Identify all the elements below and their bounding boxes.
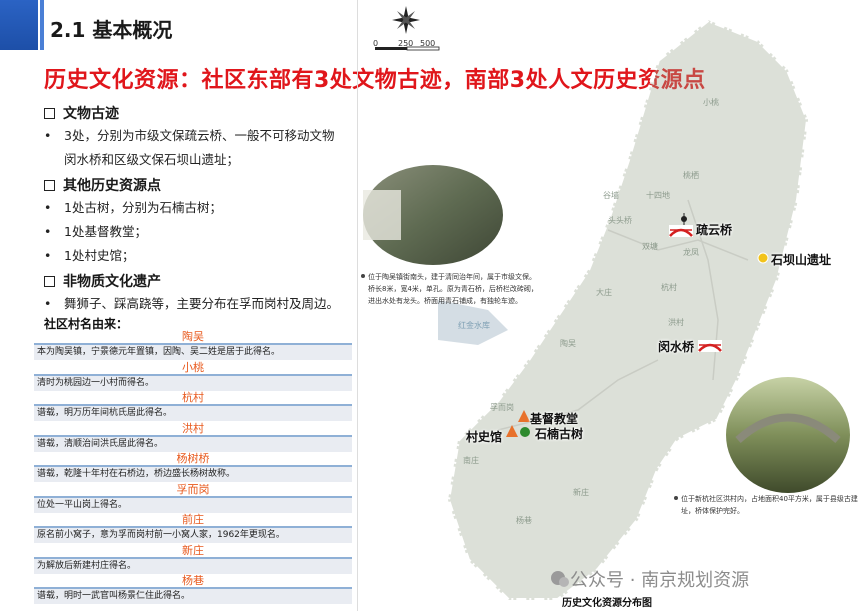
tree-label: 石楠古树 [535, 427, 584, 441]
list-item: 舞狮子、踩高跷等，主要分布在孚而岗村及周边。 [44, 292, 354, 316]
checkbox-square-icon [44, 179, 55, 191]
list-item: 1处古树，分别为石楠古树； [44, 196, 354, 220]
village-origin: 谱载，明万历年间杭氏居此得名。 [34, 406, 352, 421]
watermark: 公众号 · 南京规划资源 [570, 570, 750, 591]
village-name: 洪村 [182, 421, 204, 435]
minshui-bridge-label: 闵水桥 [658, 340, 695, 354]
village-row: 孚而岗 位处一平山岗上得名。 [34, 483, 352, 514]
village-name-table: 陶吴本为陶吴镇，宁景德元年置镇，因陶、吴二姓是居于此得名。 小桃 清时为桃园边一小村… [34, 330, 352, 605]
village-name: 孚而岗 [176, 482, 210, 496]
village-origin: 为解放后新建村庄得名。 [34, 558, 352, 574]
tree-icon [520, 427, 530, 437]
museum-label: 村史馆 [466, 430, 503, 444]
place-label: 陶吴 [560, 339, 576, 348]
place-label: 龙凤 [683, 248, 699, 257]
place-label: 小桃 [703, 98, 719, 107]
village-origin: 谱载，清顺治间洪氏居此得名。 [34, 436, 352, 452]
checkbox-square-icon [44, 107, 55, 119]
scale-label-mid: 250 [398, 39, 414, 48]
village-name: 新庄 [182, 543, 204, 557]
section-heading: 非物质文化遗产 [44, 270, 354, 292]
village-row: 小桃 清时为桃园边一小村而得名。 [34, 361, 352, 392]
village-row: 洪村 谱载，清顺治间洪氏居此得名。 [34, 422, 352, 453]
place-label: 红金水库 [458, 321, 490, 330]
place-label: 十四地 [646, 191, 670, 200]
village-name: 前庄 [182, 513, 204, 526]
village-name: 杭村 [182, 391, 204, 404]
village-row: 杭村谱载，明万历年间杭氏居此得名。 [34, 391, 352, 422]
scale-label-max: 500 [420, 39, 436, 48]
place-label: 大庄 [596, 288, 612, 297]
marker-dot [681, 216, 687, 222]
place-label: 孚而岗 [490, 403, 514, 412]
village-name: 杨巷 [182, 574, 204, 587]
village-name: 陶吴 [182, 330, 204, 343]
place-label: 杨巷 [516, 516, 532, 525]
section-title: 2.1 基本概况 [50, 18, 173, 42]
place-label: 南庄 [463, 456, 479, 465]
village-origin: 清时为桃园边一小村而得名。 [34, 375, 352, 391]
place-label: 新庄 [573, 488, 589, 497]
village-origin: 谱载，乾隆十年村在石桥边，桥边盛长杨树故称。 [34, 467, 352, 482]
figure-caption: 历史文化资源分布图 [562, 598, 652, 609]
section-heading: 其他历史资源点 [44, 174, 354, 196]
shiba-site-label: 石坝山遗址 [771, 253, 832, 267]
place-label: 洪村 [668, 318, 684, 327]
list-item: 1处基督教堂； [44, 220, 354, 244]
village-row: 杨巷谱载，明时一武官叫杨景仁住此得名。 [34, 574, 352, 605]
shuyun-bridge-label: 疏云桥 [696, 223, 733, 237]
photo-sign [363, 190, 401, 240]
village-name: 小桃 [182, 360, 204, 374]
shiba-site-icon [757, 252, 769, 264]
village-origin: 本为陶吴镇，宁景德元年置镇，因陶、吴二姓是居于此得名。 [34, 345, 352, 360]
photo-caption-bottom: 位于新杭社区洪村内，占地面积40平方米，属于县级古建 址，桥体保护完好。 [681, 495, 858, 515]
list-item: 1处村史馆； [44, 244, 354, 268]
place-label: 杭村 [661, 283, 677, 292]
village-origin: 原名前小窝子，意为孚而岗村前一小窝人家，1962年更现名。 [34, 528, 352, 543]
village-origin: 谱载，明时一武官叫杨景仁住此得名。 [34, 589, 352, 604]
minshui-bridge-icon [698, 340, 722, 352]
village-row: 前庄原名前小窝子，意为孚而岗村前一小窝人家，1962年更现名。 [34, 513, 352, 544]
caption-bullet-icon [361, 274, 365, 278]
scale-label-zero: 0 [373, 39, 379, 48]
place-label: 桃栖 [683, 171, 699, 180]
photo-caption-top: 位于陶吴镇街南头，建于清同治年间，属于市级文保。 桥长8米，宽4米，单孔。原为青… [368, 273, 538, 305]
header-stripe [40, 0, 44, 50]
header-accent-bar [0, 0, 38, 50]
section-heading: 文物古迹 [44, 102, 354, 124]
shuyun-bridge-icon [669, 225, 693, 237]
list-item: 3处，分别为市级文保疏云桥、一般不可移动文物 闵水桥和区级文保石坝山遗址； [44, 124, 354, 172]
village-row: 杨树桥谱载，乾隆十年村在石桥边，桥边盛长杨树故称。 [34, 452, 352, 483]
village-row: 陶吴本为陶吴镇，宁景德元年置镇，因陶、吴二姓是居于此得名。 [34, 330, 352, 361]
resource-map: 0 250 500 小桃 十四地 谷墙 头头桥 双塘 桃栖 龙凤 大庄 杭村 洪… [358, 0, 865, 611]
village-origin: 位处一平山岗上得名。 [34, 497, 352, 513]
village-name: 杨树桥 [176, 452, 210, 465]
resource-list: 文物古迹 3处，分别为市级文保疏云桥、一般不可移动文物 闵水桥和区级文保石坝山遗… [44, 100, 354, 316]
place-label: 头头桥 [608, 216, 632, 225]
north-arrow-icon [392, 6, 420, 34]
place-label: 谷墙 [603, 191, 619, 200]
place-label: 双塘 [642, 242, 658, 251]
village-row: 新庄 为解放后新建村庄得名。 [34, 544, 352, 575]
caption-bullet-icon [674, 496, 678, 500]
checkbox-square-icon [44, 275, 55, 287]
